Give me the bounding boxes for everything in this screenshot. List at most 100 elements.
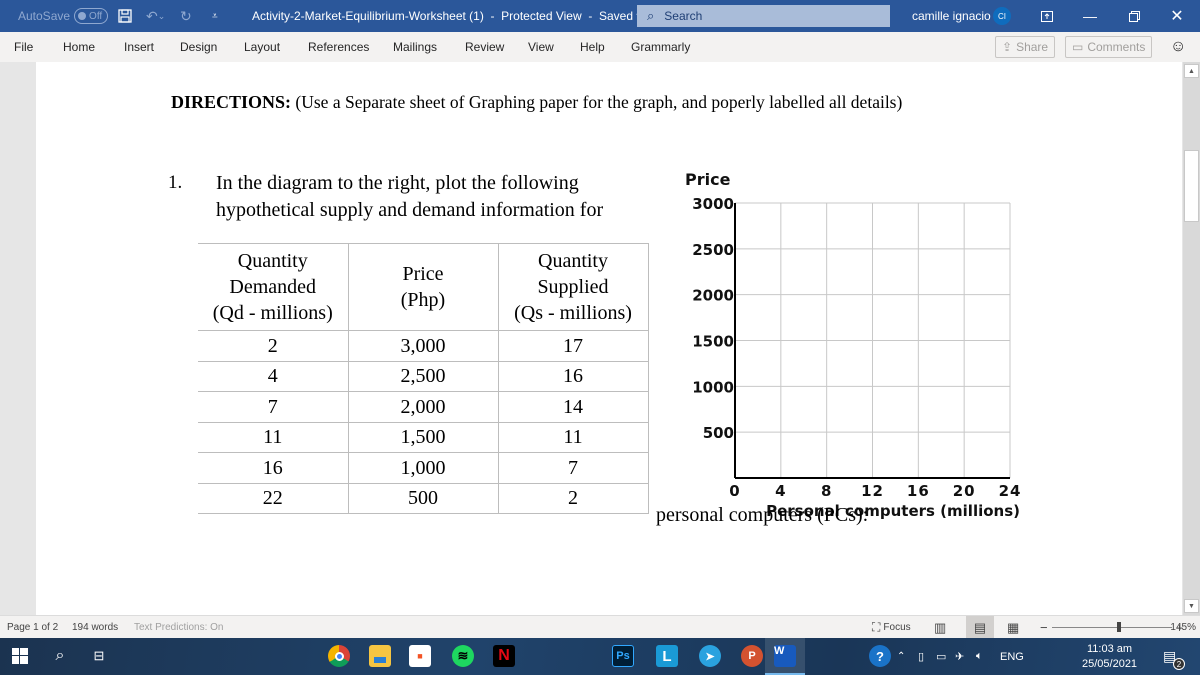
qs-cell: 14 bbox=[497, 391, 649, 423]
chrome-icon[interactable] bbox=[328, 645, 350, 667]
notification-count: 2 bbox=[1173, 658, 1185, 670]
word-count[interactable]: 194 words bbox=[72, 616, 118, 639]
redo-icon[interactable]: ↻ bbox=[180, 0, 192, 32]
y-tick-label: 3000 bbox=[692, 195, 734, 213]
tab-insert[interactable]: Insert bbox=[124, 32, 154, 62]
question-line-2: hypothetical supply and demand informati… bbox=[216, 199, 604, 221]
search-icon: ⌕ bbox=[647, 8, 655, 23]
page-count[interactable]: Page 1 of 2 bbox=[7, 616, 58, 639]
qs-cell: 2 bbox=[497, 482, 649, 514]
web-layout-icon[interactable]: ▦ bbox=[1007, 616, 1019, 639]
share-button[interactable]: ⇪ Share bbox=[995, 36, 1056, 58]
directions-body: (Use a Separate sheet of Graphing paper … bbox=[291, 92, 903, 112]
autosave-switch[interactable]: Off bbox=[74, 8, 109, 24]
show-hidden-icons-icon[interactable]: ⌃ bbox=[897, 638, 905, 675]
airplane-mode-icon[interactable]: ✈ bbox=[955, 638, 964, 675]
minimize-icon[interactable]: — bbox=[1075, 0, 1105, 32]
file-explorer-icon[interactable] bbox=[369, 645, 391, 667]
avatar[interactable]: CI bbox=[993, 7, 1011, 25]
tab-view[interactable]: View bbox=[528, 32, 554, 62]
read-mode-icon[interactable]: ▥ bbox=[934, 616, 946, 639]
document-canvas: DIRECTIONS: (Use a Separate sheet of Gra… bbox=[0, 62, 1182, 615]
tab-mailings[interactable]: Mailings bbox=[393, 32, 437, 62]
save-icon[interactable] bbox=[118, 0, 132, 32]
zoom-level[interactable]: 145% bbox=[1170, 616, 1196, 639]
tab-help[interactable]: Help bbox=[580, 32, 605, 62]
photoshop-icon[interactable]: Ps bbox=[612, 645, 634, 667]
language-indicator[interactable]: ENG bbox=[1000, 638, 1024, 675]
word-icon: W bbox=[774, 644, 796, 667]
lens-icon[interactable]: L bbox=[656, 645, 678, 667]
clock-date: 25/05/2021 bbox=[1082, 657, 1138, 670]
document-page[interactable]: DIRECTIONS: (Use a Separate sheet of Gra… bbox=[36, 62, 1182, 615]
header-price: Price (Php) bbox=[347, 243, 499, 331]
restore-icon[interactable] bbox=[1119, 0, 1149, 32]
x-tick-label: 8 bbox=[821, 482, 832, 500]
meet-now-icon[interactable]: ▯ bbox=[918, 638, 924, 675]
qd-cell: 16 bbox=[198, 452, 349, 484]
notifications-icon[interactable]: ▤ 2 bbox=[1163, 638, 1185, 675]
y-tick-label: 500 bbox=[703, 424, 734, 442]
search-placeholder: Search bbox=[664, 9, 703, 23]
tab-references[interactable]: References bbox=[308, 32, 369, 62]
question-text: In the diagram to the right, plot the fo… bbox=[216, 170, 676, 224]
qd-cell: 22 bbox=[198, 482, 349, 514]
clock[interactable]: 11:03 am 25/05/2021 bbox=[1082, 638, 1137, 675]
undo-icon[interactable]: ↶ ⌄ bbox=[146, 0, 165, 32]
customize-quick-access-icon[interactable]: ⩡ bbox=[212, 0, 218, 32]
zoom-slider[interactable] bbox=[1052, 627, 1172, 628]
ribbon-display-options-icon[interactable] bbox=[1032, 0, 1062, 32]
focus-button[interactable]: ⛶ Focus bbox=[872, 616, 911, 639]
print-layout-icon[interactable]: ▤ bbox=[966, 616, 994, 639]
autosave-state: Off bbox=[89, 10, 103, 22]
price-cell: 1,000 bbox=[347, 452, 499, 484]
word-window: AutoSave Off ↶ ⌄ ↻ ⩡ Activity-2-Market-Eq… bbox=[0, 0, 1200, 675]
telegram-icon[interactable]: ➤ bbox=[699, 645, 721, 667]
text-predictions-status[interactable]: Text Predictions: On bbox=[134, 616, 223, 639]
tab-file[interactable]: File bbox=[14, 32, 33, 62]
comment-icon: ▭ bbox=[1072, 40, 1084, 54]
document-title[interactable]: Activity-2-Market-Equilibrium-Worksheet … bbox=[252, 0, 642, 32]
focus-label: Focus bbox=[883, 622, 911, 633]
search-input[interactable]: ⌕ Search bbox=[637, 5, 890, 27]
qd-cell: 7 bbox=[198, 391, 349, 423]
tab-design[interactable]: Design bbox=[180, 32, 217, 62]
tab-grammarly[interactable]: Grammarly bbox=[631, 32, 690, 62]
table-header-row: Quantity Demanded (Qd - millions) Price … bbox=[198, 243, 649, 331]
zoom-out-icon[interactable]: − bbox=[1040, 616, 1048, 639]
microsoft-store-icon[interactable]: ■ bbox=[409, 645, 431, 667]
tab-review[interactable]: Review bbox=[465, 32, 504, 62]
scrollbar-thumb[interactable] bbox=[1184, 150, 1199, 222]
scroll-up-arrow-icon[interactable]: ▲ bbox=[1184, 64, 1199, 78]
help-icon[interactable]: ? bbox=[869, 645, 891, 667]
ribbon-tabs: File Home Insert Design Layout Reference… bbox=[0, 32, 1200, 62]
qd-cell: 2 bbox=[198, 330, 349, 362]
netflix-icon[interactable]: N bbox=[493, 645, 515, 667]
search-icon[interactable]: ⌕ bbox=[49, 645, 71, 667]
scroll-down-arrow-icon[interactable]: ▼ bbox=[1184, 599, 1199, 613]
vertical-scrollbar[interactable]: ▲ ▼ bbox=[1183, 62, 1200, 615]
question-line-1: In the diagram to the right, plot the fo… bbox=[216, 172, 579, 194]
windows-start-icon[interactable] bbox=[9, 645, 31, 667]
zoom-slider-thumb[interactable] bbox=[1117, 622, 1122, 632]
status-bar: Page 1 of 2 194 words Text Predictions: … bbox=[0, 615, 1200, 639]
battery-icon[interactable]: ▭ bbox=[936, 638, 946, 675]
focus-icon: ⛶ bbox=[872, 620, 881, 634]
directions-heading: DIRECTIONS: bbox=[171, 92, 292, 112]
autosave-toggle[interactable]: AutoSave Off bbox=[18, 0, 109, 32]
directions-text: DIRECTIONS: (Use a Separate sheet of Gra… bbox=[171, 92, 902, 113]
spotify-icon[interactable]: ≋ bbox=[452, 645, 474, 667]
tab-home[interactable]: Home bbox=[63, 32, 95, 62]
comments-button[interactable]: ▭ Comments bbox=[1065, 36, 1153, 58]
tab-layout[interactable]: Layout bbox=[244, 32, 280, 62]
price-cell: 3,000 bbox=[347, 330, 499, 362]
word-taskbar-button[interactable]: W bbox=[765, 638, 805, 675]
question-continuation: personal computers (PCs): bbox=[656, 504, 869, 526]
powerpoint-icon[interactable]: P bbox=[741, 645, 763, 667]
close-icon[interactable]: ✕ bbox=[1162, 0, 1192, 32]
task-view-icon[interactable]: ⊟ bbox=[88, 645, 110, 667]
volume-icon[interactable]: 🔈︎ bbox=[976, 638, 983, 675]
feedback-smiley-icon[interactable]: ☺ bbox=[1170, 32, 1186, 62]
price-cell: 500 bbox=[347, 482, 499, 514]
user-name[interactable]: camille ignacio bbox=[912, 0, 991, 32]
